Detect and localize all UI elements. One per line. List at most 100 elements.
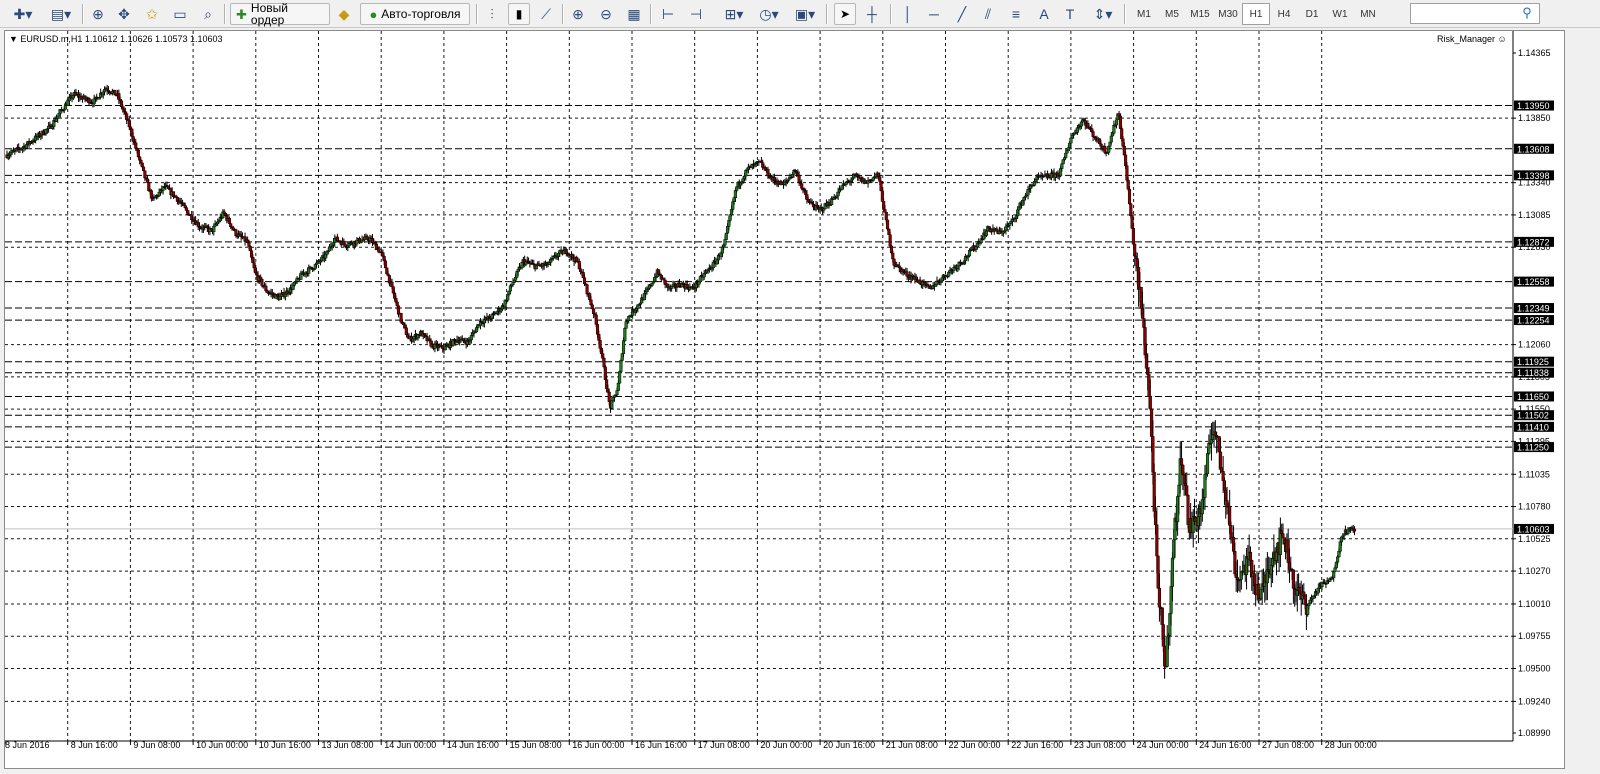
candle-body [1248,551,1253,561]
zoom-out-icon[interactable]: ⊖ [596,3,616,25]
price-level-label: 1.11838 [1517,368,1549,378]
candle-body [1065,150,1069,154]
candle-body [662,277,666,281]
price-level-label: 1.13608 [1517,144,1550,154]
candle-body [1205,453,1210,474]
timeframe-m30[interactable]: M30 [1214,3,1242,25]
y-tick-label: 1.09755 [1518,631,1551,641]
price-level-label: 1.13398 [1517,171,1550,181]
candle-body [260,278,264,286]
periods-icon[interactable]: ◷▾ [754,3,784,25]
price-level-label: 1.11925 [1517,357,1549,367]
candle-body [579,268,583,272]
candlestick-chart-icon[interactable]: ▮ [508,3,530,25]
text-icon[interactable]: A [1034,3,1054,25]
candle-body [723,239,727,246]
candle-body [140,162,144,168]
market-watch-icon[interactable]: ⊕ [88,3,108,25]
timeframe-m1[interactable]: M1 [1130,3,1158,25]
candle-body [143,170,147,179]
candle-body [607,391,611,402]
timeframe-w1[interactable]: W1 [1326,3,1354,25]
navigator-icon[interactable]: ✥ [114,3,134,25]
candle-body [1091,131,1095,137]
horizontal-line-icon[interactable]: ─ [924,3,944,25]
price-level-label: 1.11250 [1517,443,1549,453]
new-order-button[interactable]: ✚ Новый ордер [230,2,330,26]
timeframe-d1[interactable]: D1 [1298,3,1326,25]
candle-body [582,277,587,285]
autotrading-icon: ● [369,6,378,22]
y-tick-label: 1.10780 [1518,502,1551,512]
candle-body [227,218,231,224]
autoscroll-icon[interactable]: ⊣ [686,3,706,25]
arrows-icon[interactable]: ⇕▾ [1088,3,1118,25]
y-tick-label: 1.11035 [1518,469,1550,479]
autotrading-button[interactable]: ● Авто-торговля [360,3,470,25]
toolbar: ✚▾ ▤▾ ⊕ ✥ ✩ ▭ ⌕ ✚ Новый ордер ◆ ● Авто-тор… [0,0,1600,28]
candle-body [615,390,619,396]
timeframe-h1[interactable]: H1 [1242,3,1270,25]
chart-window[interactable]: 8 Jun 2016 8 Jun 16:00 9 Jun 08:00 10 Jun 0… [4,30,1565,769]
current-price-label: 1.10603 [1517,524,1550,534]
price-level-label: 1.12558 [1517,277,1550,287]
search-icon[interactable]: ⚲ [1518,4,1536,22]
profiles-icon[interactable]: ▤▾ [46,3,76,25]
candle-body [621,340,626,355]
fibonacci-icon[interactable]: ≡ [1006,3,1026,25]
price-level-label: 1.13950 [1517,101,1550,111]
candle-body [1079,121,1083,127]
price-level-label: 1.12349 [1517,304,1550,314]
candle-body [1186,494,1190,525]
candle-body [1281,533,1285,539]
vertical-line-icon[interactable]: │ [898,3,918,25]
text-label-icon[interactable]: T [1060,3,1080,25]
candle-body [623,328,627,341]
y-tick-label: 1.13850 [1518,113,1551,123]
candle-body [390,281,394,287]
chart-shift-icon[interactable]: ⊢ [658,3,678,25]
y-tick-label: 1.13085 [1518,210,1551,220]
indicators-icon[interactable]: ⊞▾ [720,3,748,25]
crosshair-icon[interactable]: ┼ [862,3,882,25]
templates-icon[interactable]: ▣▾ [790,3,820,25]
expert-label: Risk_Manager ☺ [1437,34,1507,44]
y-tick-label: 1.12060 [1518,340,1551,350]
candle-body [562,250,566,255]
y-tick-label: 1.08990 [1518,728,1551,738]
price-level-label: 1.12872 [1517,237,1550,247]
candle-body [443,346,447,351]
candle-body [113,89,117,96]
y-tick-label: 1.14365 [1518,48,1551,58]
price-level-label: 1.11410 [1517,422,1549,432]
candle-body [1252,573,1256,586]
candle-body [1185,485,1189,496]
candle-body [1352,528,1357,532]
favorites-icon[interactable]: ✩ [142,3,162,25]
zoom-in-icon[interactable]: ⊕ [568,3,588,25]
tile-windows-icon[interactable]: ▦ [624,3,644,25]
price-level-label: 1.12254 [1517,316,1550,326]
tester-icon[interactable]: ⌕ [198,3,218,25]
timeframe-h4[interactable]: H4 [1270,3,1298,25]
timeframe-m5[interactable]: M5 [1158,3,1186,25]
timeframe-m15[interactable]: M15 [1186,3,1214,25]
candle-body [984,230,988,236]
price-level-label: 1.11502 [1517,411,1549,421]
new-chart-icon[interactable]: ✚▾ [8,3,38,25]
terminal-icon[interactable]: ▭ [170,3,190,25]
y-tick-label: 1.09500 [1518,663,1551,673]
timeframe-mn[interactable]: MN [1354,3,1382,25]
metaeditor-icon[interactable]: ◆ [334,3,354,25]
equidistant-channel-icon[interactable]: ⫽ [978,3,998,25]
y-tick-label: 1.10270 [1518,566,1551,576]
candle-body [1060,163,1064,169]
collapse-icon[interactable]: ▼ [9,34,20,44]
trendline-icon[interactable]: ╱ [952,3,972,25]
candle-body [1064,152,1068,158]
line-chart-icon[interactable]: ⟋ [536,3,556,25]
cursor-icon[interactable]: ➤ [834,3,856,25]
price-level-label: 1.11650 [1517,392,1549,402]
price-chart[interactable]: 8 Jun 2016 8 Jun 16:00 9 Jun 08:00 10 Jun 0… [5,31,1564,768]
bar-chart-icon[interactable]: ⫶ [482,3,502,25]
